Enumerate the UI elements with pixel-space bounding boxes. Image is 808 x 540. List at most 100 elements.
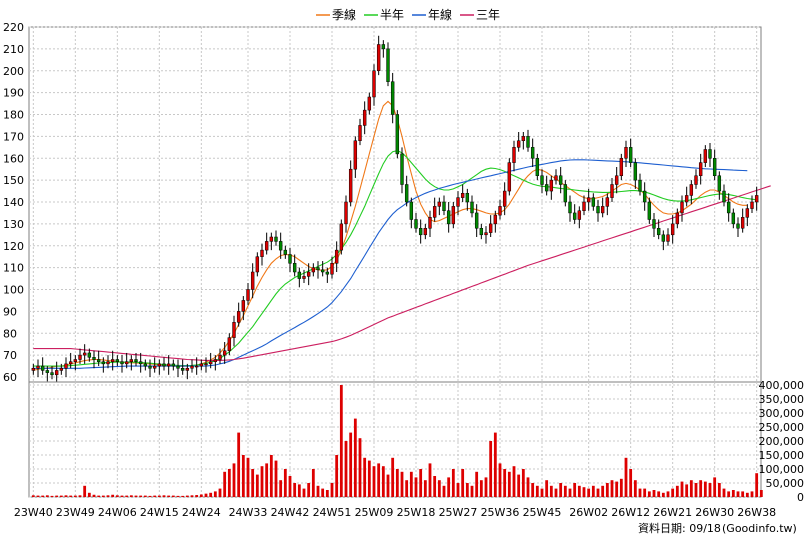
volume-bar xyxy=(125,495,129,497)
volume-bar xyxy=(437,480,441,497)
volume-bar xyxy=(619,478,623,497)
x-tick-label: 24W06 xyxy=(98,506,137,519)
volume-bar xyxy=(442,485,446,497)
volume-bar xyxy=(400,471,404,497)
x-tick-label: 25W36 xyxy=(481,506,520,519)
candle-body xyxy=(638,179,642,192)
candle-body xyxy=(334,249,339,264)
candle-body xyxy=(50,372,54,376)
candle-body xyxy=(344,201,348,225)
volume-bar xyxy=(647,491,651,497)
x-tick-label: 25W45 xyxy=(523,506,562,519)
volume-bar xyxy=(479,480,483,497)
candle-body xyxy=(642,190,647,203)
volume-bar xyxy=(535,485,539,497)
candle-body xyxy=(106,361,110,365)
volume-bar xyxy=(736,491,740,497)
candle-body xyxy=(568,201,572,214)
candle-body xyxy=(358,125,362,141)
volume-bar xyxy=(657,491,661,497)
candle-body xyxy=(73,359,78,362)
candle-body xyxy=(689,184,694,196)
candle-body xyxy=(152,365,157,369)
price-y-tick-label: 170 xyxy=(3,130,24,143)
volume-bar xyxy=(115,495,119,497)
candle-body xyxy=(558,175,563,185)
volume-bar xyxy=(260,466,264,497)
volume-bar xyxy=(59,495,63,497)
volume-bar xyxy=(237,432,241,497)
volume-bar xyxy=(106,495,110,497)
candle-body xyxy=(540,175,544,185)
volume-bar xyxy=(568,488,572,497)
candle-body xyxy=(442,201,446,211)
candle-body xyxy=(339,223,344,251)
x-tick-label: 26W21 xyxy=(653,506,692,519)
legend-label-1: 半年 xyxy=(380,8,404,22)
volume-bar xyxy=(344,441,348,497)
volume-bar xyxy=(652,490,656,497)
candle-body xyxy=(512,147,516,163)
candle-body xyxy=(166,363,171,367)
candle-body xyxy=(423,228,428,236)
volume-bar xyxy=(251,469,255,497)
volume-bar xyxy=(456,483,460,497)
price-y-tick-label: 220 xyxy=(3,21,24,34)
candle-body xyxy=(87,352,92,358)
candle-body xyxy=(162,363,166,367)
candle-body xyxy=(474,212,479,229)
volume-y-tick-label: 100,000 xyxy=(759,463,805,476)
volume-bar xyxy=(330,483,334,497)
candle-body xyxy=(516,140,521,148)
volume-bar xyxy=(554,488,558,497)
volume-bar xyxy=(213,491,217,497)
price-y-tick-label: 90 xyxy=(3,305,17,318)
candle-body xyxy=(353,140,358,170)
candle-body xyxy=(134,359,138,362)
volume-bar xyxy=(363,457,367,497)
volume-bar xyxy=(475,471,479,497)
x-tick-label: 25W27 xyxy=(439,506,478,519)
candle-body xyxy=(484,232,488,236)
candle-body xyxy=(59,368,64,371)
candle-body xyxy=(92,357,96,360)
volume-bar xyxy=(176,495,180,497)
volume-bar xyxy=(307,483,311,497)
volume-bar xyxy=(587,488,591,497)
candle-body xyxy=(605,197,610,207)
volume-y-tick-label: 200,000 xyxy=(759,435,805,448)
candle-body xyxy=(232,322,236,338)
volume-bar xyxy=(699,480,703,497)
x-tick-label: 24W51 xyxy=(313,506,352,519)
volume-bar xyxy=(549,485,553,497)
candle-body xyxy=(311,267,316,273)
candle-body xyxy=(115,359,120,362)
candle-body xyxy=(549,179,554,192)
candle-body xyxy=(465,193,470,203)
volume-bar xyxy=(447,477,451,497)
volume-bar xyxy=(69,495,73,497)
volume-bar xyxy=(391,457,395,497)
candle-body xyxy=(171,363,176,367)
candle-body xyxy=(498,206,502,216)
candle-body xyxy=(656,228,661,236)
candle-body xyxy=(82,352,87,356)
candle-body xyxy=(129,359,134,362)
volume-bar xyxy=(615,481,619,497)
volume-bar xyxy=(727,491,731,497)
volume-bar xyxy=(759,490,763,497)
volume-bar xyxy=(596,488,600,497)
candle-body xyxy=(316,267,320,271)
volume-bar xyxy=(41,495,45,497)
candle-body xyxy=(199,363,204,367)
candle-body xyxy=(736,223,740,229)
candle-body xyxy=(54,370,59,376)
candle-body xyxy=(138,361,143,365)
candle-body xyxy=(386,48,390,82)
volume-bar xyxy=(246,457,250,497)
volume-bar xyxy=(689,480,693,497)
x-tick-label: 26W30 xyxy=(695,506,734,519)
volume-bar xyxy=(610,480,614,497)
candle-body xyxy=(185,368,190,371)
candle-body xyxy=(586,197,591,203)
